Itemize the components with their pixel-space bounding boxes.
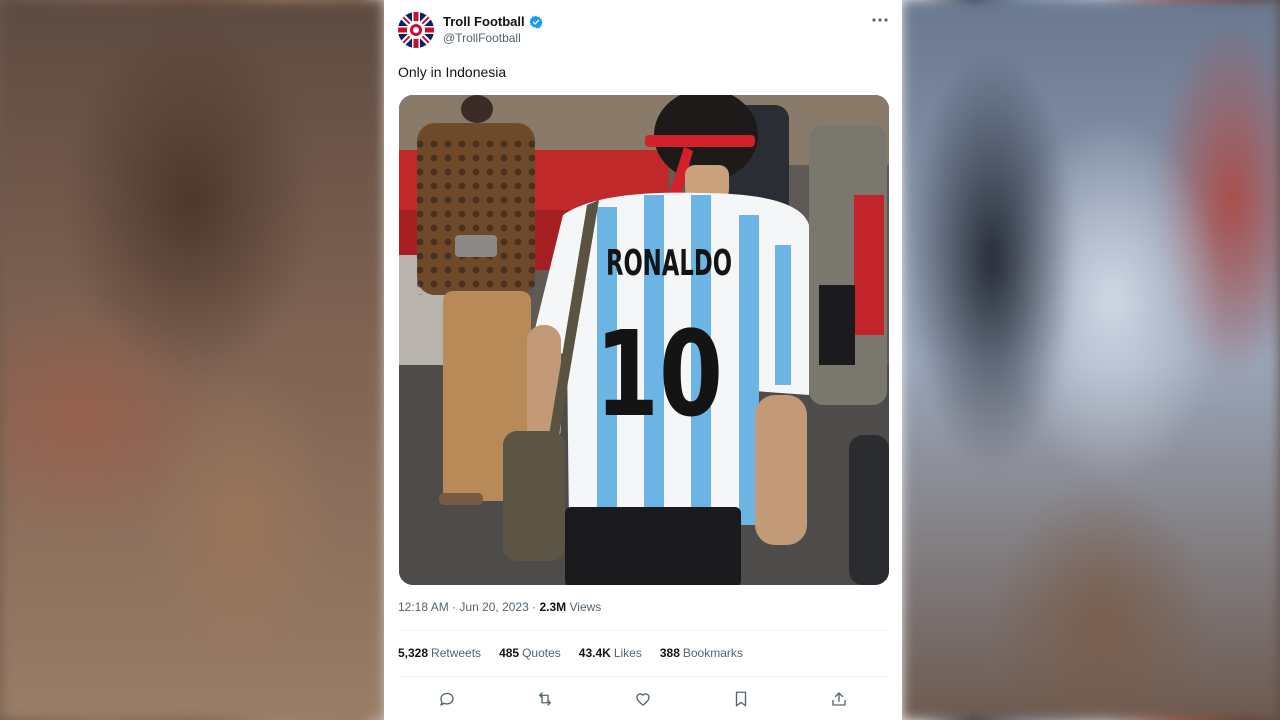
- blurred-background-left: [0, 0, 384, 720]
- tweet-photo[interactable]: RONALDO 10: [399, 95, 889, 585]
- jersey-name-text: RONALDO: [606, 243, 732, 284]
- bookmark-icon[interactable]: [730, 688, 752, 710]
- more-icon[interactable]: [870, 12, 890, 28]
- bookmarks-count: 388: [659, 646, 680, 660]
- union-jack-icon: [398, 12, 434, 48]
- tweet-card: Troll Football @TrollFootball Only in In…: [384, 0, 902, 720]
- views-label: Views: [569, 600, 602, 614]
- tweet-text: Only in Indonesia: [398, 64, 507, 80]
- author-display-name[interactable]: Troll Football: [443, 13, 543, 30]
- engagement-stats: 5,328 Retweets 485 Quotes 43.4K Likes 388 Bo…: [398, 646, 761, 660]
- bookmarks-stat[interactable]: 388 Bookmarks: [660, 646, 743, 660]
- blurred-background-right: [902, 0, 1280, 720]
- reply-icon[interactable]: [436, 688, 458, 710]
- share-icon[interactable]: [828, 688, 850, 710]
- retweets-label: Retweets: [431, 646, 482, 660]
- quotes-stat[interactable]: 485 Quotes: [499, 646, 561, 660]
- views-count: 2.3M: [539, 600, 567, 614]
- tweet-date[interactable]: Jun 20, 2023: [459, 600, 528, 614]
- likes-label: Likes: [613, 646, 642, 660]
- avatar[interactable]: [398, 12, 434, 48]
- retweets-stat[interactable]: 5,328 Retweets: [398, 646, 481, 660]
- author-handle[interactable]: @TrollFootball: [443, 30, 543, 47]
- tweet-time[interactable]: 12:18 AM: [398, 600, 449, 614]
- author-display-name-text: Troll Football: [443, 14, 525, 29]
- likes-count: 43.4K: [578, 646, 611, 660]
- retweet-icon[interactable]: [534, 688, 556, 710]
- likes-stat[interactable]: 43.4K Likes: [579, 646, 642, 660]
- meta-separator: ·: [532, 600, 537, 614]
- tweet-header: Troll Football @TrollFootball: [398, 10, 543, 50]
- bookmarks-label: Bookmarks: [682, 646, 743, 660]
- video-frame: Troll Football @TrollFootball Only in In…: [0, 0, 1280, 720]
- action-bar: [398, 686, 888, 712]
- jersey-number-text: 10: [595, 305, 723, 443]
- quotes-label: Quotes: [522, 646, 561, 660]
- quotes-count: 485: [499, 646, 520, 660]
- heart-icon[interactable]: [632, 688, 654, 710]
- verified-badge-icon: [528, 15, 543, 28]
- retweets-count: 5,328: [398, 646, 429, 660]
- tweet-meta: 12:18 AM · Jun 20, 2023 · 2.3M Views: [398, 600, 601, 614]
- meta-separator: ·: [452, 600, 457, 614]
- divider: [398, 630, 888, 631]
- divider: [398, 676, 888, 677]
- author-names: Troll Football @TrollFootball: [443, 13, 543, 47]
